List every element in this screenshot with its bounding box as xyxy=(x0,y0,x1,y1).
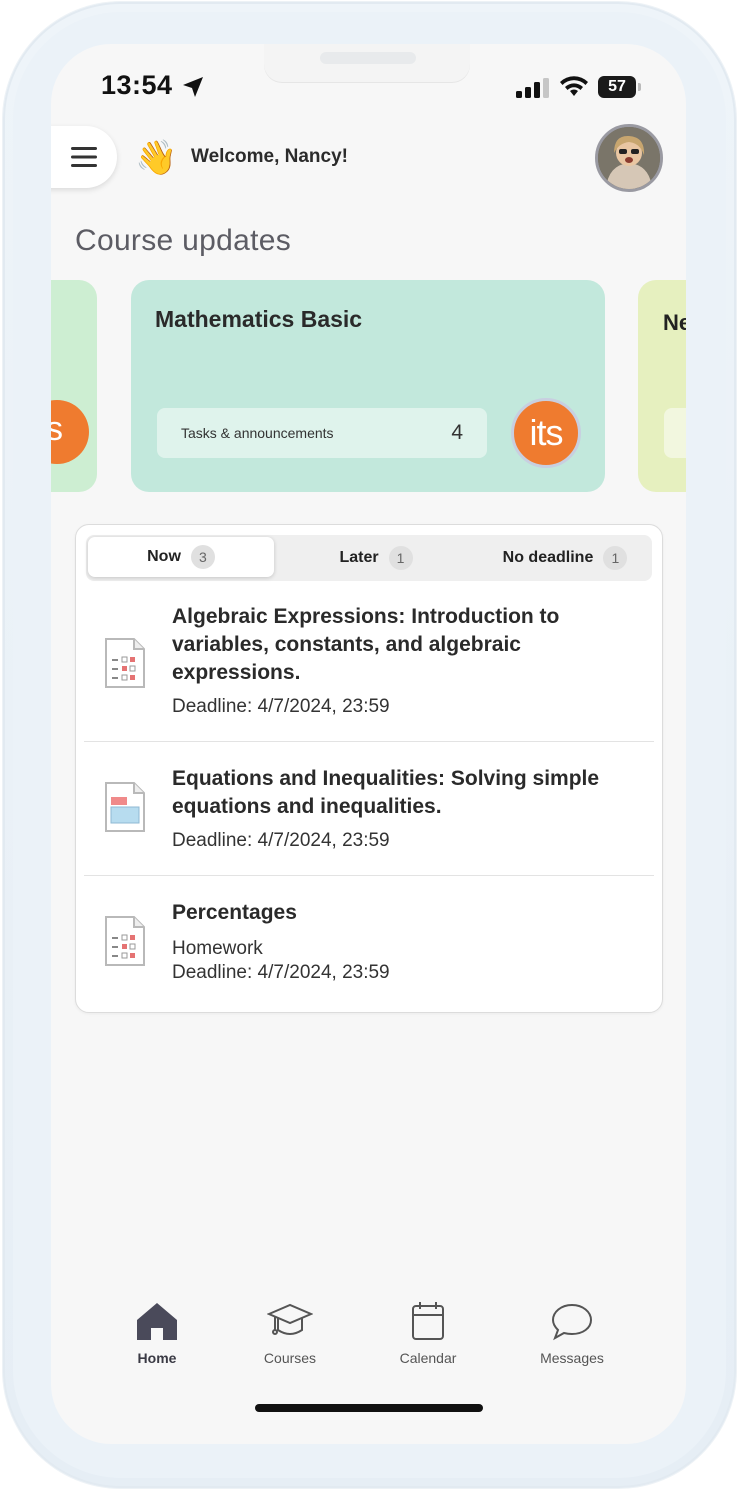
count-badge: 1 xyxy=(388,546,413,570)
task-title: Percentages xyxy=(172,901,297,924)
course-logo: its xyxy=(51,400,89,464)
nav-label: Messages xyxy=(540,1350,604,1366)
task-deadline: Deadline: 4/7/2024, 23:59 xyxy=(172,696,390,717)
waving-hand-icon: 👋 xyxy=(135,139,178,177)
nav-label: Home xyxy=(137,1350,177,1366)
tab-no-deadline[interactable]: No deadline 1 xyxy=(478,535,652,581)
course-card-previous[interactable]: its xyxy=(51,280,97,492)
quiz-doc-icon xyxy=(105,916,145,966)
app-screen: 13:54 57 👋 Welcome, Nancy! Course update… xyxy=(51,44,686,1444)
calendar-icon xyxy=(412,1302,444,1340)
menu-button[interactable] xyxy=(51,126,117,188)
graduation-cap-icon xyxy=(267,1303,313,1335)
task-item[interactable]: Equations and Inequalities: Solving simp… xyxy=(84,759,654,879)
wifi-icon xyxy=(560,76,588,96)
task-title: Equations and Inequalities: Solving simp… xyxy=(172,767,600,818)
course-logo-text: its xyxy=(51,410,63,448)
task-deadline: Deadline: 4/7/2024, 23:59 xyxy=(172,962,390,983)
tab-label: No deadline xyxy=(502,549,594,566)
tasks-count: 4 xyxy=(451,421,463,444)
nav-home[interactable]: Home xyxy=(97,1300,217,1366)
status-time: 13:54 xyxy=(101,70,173,100)
count-badge: 3 xyxy=(190,545,215,569)
bottom-navigation: Home Courses Calendar Messages xyxy=(51,1300,686,1380)
nav-courses[interactable]: Courses xyxy=(230,1300,350,1366)
count-badge: 1 xyxy=(603,546,628,570)
section-title: Course updates xyxy=(75,224,292,257)
divider xyxy=(84,741,654,742)
course-card-next[interactable]: Ne xyxy=(638,280,686,492)
cellular-signal-icon xyxy=(516,78,549,98)
avatar-photo xyxy=(598,127,660,189)
tab-later[interactable]: Later 1 xyxy=(286,535,466,581)
tasks-panel: Now 3 Later 1 No deadline 1 Algebraic Ex… xyxy=(75,524,663,1013)
divider xyxy=(84,875,654,876)
tasks-announcements-button[interactable]: Tasks & announcements 4 xyxy=(157,408,487,458)
tab-now[interactable]: Now 3 xyxy=(88,537,274,577)
nav-calendar[interactable]: Calendar xyxy=(368,1300,488,1366)
nav-label: Courses xyxy=(263,1350,317,1366)
battery-indicator: 57 xyxy=(598,76,641,98)
course-logo: its xyxy=(511,398,581,468)
tab-label: Now xyxy=(147,548,181,565)
task-deadline: Deadline: 4/7/2024, 23:59 xyxy=(172,830,390,851)
avatar[interactable] xyxy=(595,124,663,192)
dynamic-island xyxy=(264,44,470,82)
deadline-tabs: Now 3 Later 1 No deadline 1 xyxy=(86,535,652,581)
welcome-message: Welcome, Nancy! xyxy=(191,146,348,167)
nav-label: Calendar xyxy=(399,1350,457,1366)
task-item[interactable]: Percentages Homework Deadline: 4/7/2024,… xyxy=(84,893,654,1003)
course-title: Mathematics Basic xyxy=(155,306,363,332)
hamburger-icon xyxy=(71,147,97,167)
tasks-label: Tasks & announcements xyxy=(181,425,334,441)
chat-bubble-icon xyxy=(551,1303,593,1341)
quiz-doc-icon xyxy=(105,638,145,688)
home-indicator[interactable] xyxy=(255,1404,483,1412)
tasks-announcements-peek xyxy=(664,408,686,458)
nav-messages[interactable]: Messages xyxy=(512,1300,632,1366)
tab-label: Later xyxy=(339,549,379,566)
task-type: Homework xyxy=(172,938,263,959)
location-arrow-icon xyxy=(183,77,203,97)
task-item[interactable]: Algebraic Expressions: Introduction to v… xyxy=(84,597,654,737)
presentation-doc-icon xyxy=(105,782,145,832)
course-title-peek: Ne xyxy=(663,310,686,335)
home-icon xyxy=(137,1303,177,1340)
task-title: Algebraic Expressions: Introduction to v… xyxy=(172,605,560,684)
course-card-mathematics-basic[interactable]: Mathematics Basic Tasks & announcements … xyxy=(131,280,605,492)
